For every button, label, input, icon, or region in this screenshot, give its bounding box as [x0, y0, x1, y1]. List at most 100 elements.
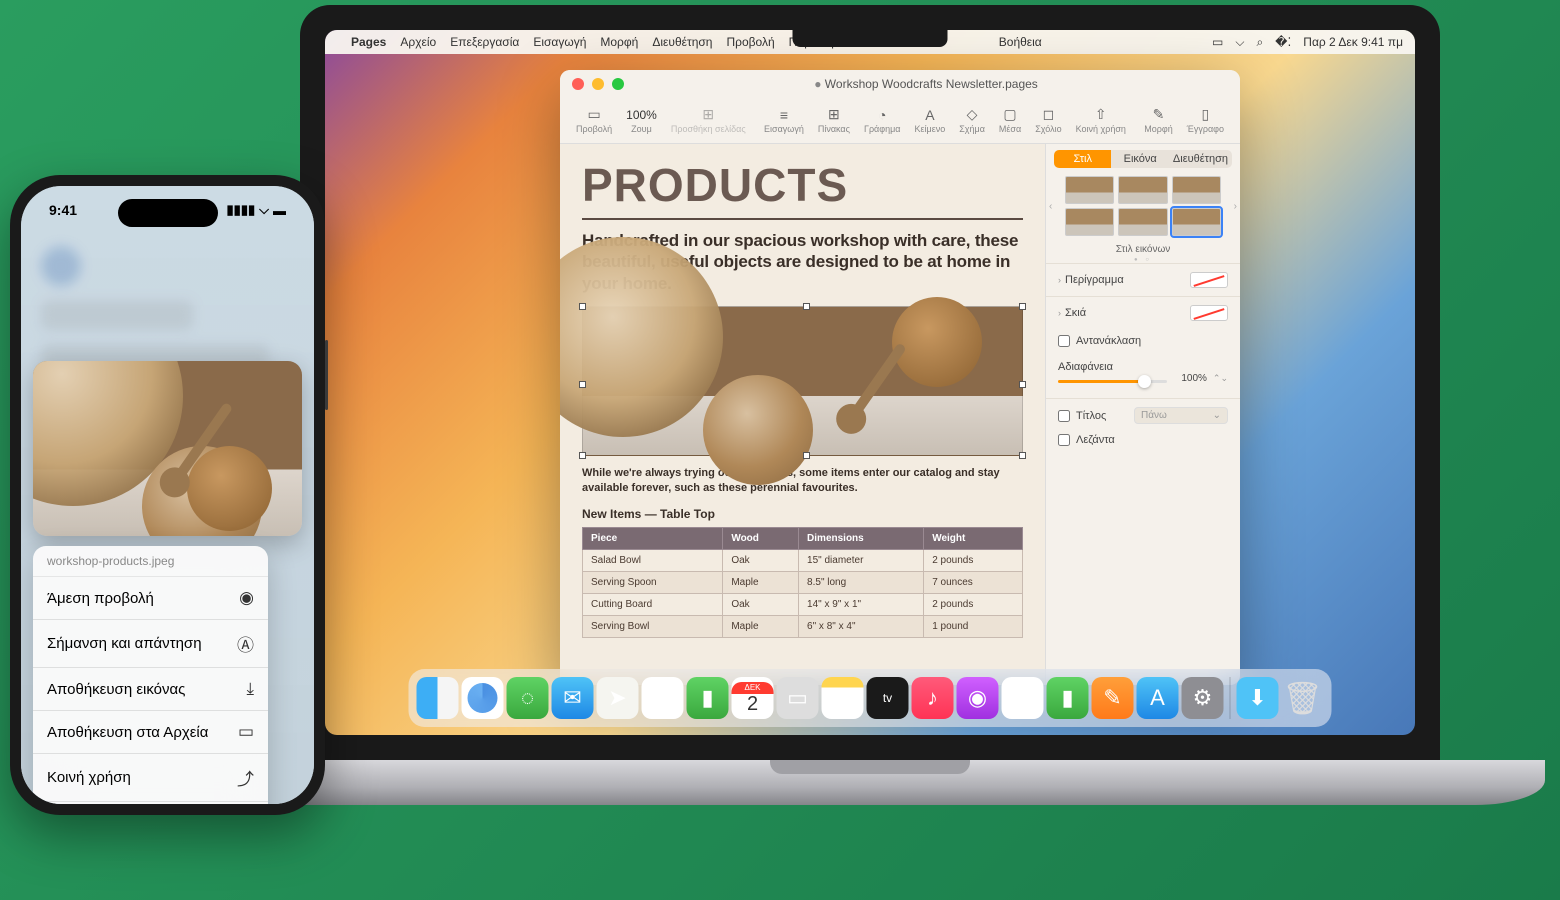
- shadow-section[interactable]: ›Σκιά: [1046, 296, 1240, 329]
- menu-file[interactable]: Αρχείο: [400, 35, 436, 49]
- doc-heading[interactable]: New Items — Table Top: [582, 507, 1023, 521]
- products-table[interactable]: Piece Wood Dimensions Weight Salad BowlO…: [582, 527, 1023, 638]
- doc-image[interactable]: [582, 306, 1023, 456]
- dock-maps-icon[interactable]: ➤: [597, 677, 639, 719]
- shadow-swatch[interactable]: [1190, 305, 1228, 321]
- tb-zoom[interactable]: 100%Ζουμ: [620, 108, 663, 134]
- dock-downloads-icon[interactable]: ⬇: [1237, 677, 1279, 719]
- col-wood[interactable]: Wood: [723, 528, 799, 550]
- col-dimensions[interactable]: Dimensions: [799, 528, 924, 550]
- tb-chart[interactable]: ◔Γράφημα: [858, 108, 907, 134]
- tb-format[interactable]: ✎Μορφή: [1138, 108, 1178, 134]
- close-button[interactable]: [572, 78, 584, 90]
- table-row[interactable]: Salad BowlOak15" diameter2 pounds: [583, 550, 1023, 572]
- image-preview[interactable]: [33, 361, 302, 536]
- border-section[interactable]: ›Περίγραμμα: [1046, 263, 1240, 296]
- doc-title[interactable]: PRODUCTS: [582, 158, 1023, 212]
- tb-document[interactable]: ▯Έγγραφο: [1181, 108, 1230, 134]
- opacity-value[interactable]: 100%: [1181, 373, 1207, 384]
- dock-photos-icon[interactable]: ✿: [642, 677, 684, 719]
- tab-image[interactable]: Εικόνα: [1111, 150, 1168, 168]
- style-option[interactable]: [1065, 208, 1114, 236]
- selection-handle[interactable]: [1019, 381, 1026, 388]
- menu-format[interactable]: Μορφή: [600, 35, 638, 49]
- caption-checkbox[interactable]: [1058, 434, 1070, 446]
- menu-save-files[interactable]: Αποθήκευση στα Αρχεία▭: [33, 711, 268, 754]
- selection-handle[interactable]: [803, 452, 810, 459]
- menu-quick-look[interactable]: Άμεση προβολή◉: [33, 577, 268, 620]
- selection-handle[interactable]: [579, 452, 586, 459]
- reflection-checkbox[interactable]: [1058, 335, 1070, 347]
- menubar-app-name[interactable]: Pages: [351, 35, 386, 49]
- dock-trash-icon[interactable]: 🗑: [1282, 677, 1324, 719]
- wifi-icon[interactable]: ⌵: [1235, 35, 1244, 50]
- chevron-left-icon[interactable]: ‹: [1046, 183, 1055, 230]
- dock-notes-icon[interactable]: [822, 677, 864, 719]
- tab-arrange[interactable]: Διευθέτηση: [1169, 150, 1232, 168]
- menu-arrange[interactable]: Διευθέτηση: [652, 35, 712, 49]
- reflection-check[interactable]: Αντανάκλαση: [1046, 329, 1240, 353]
- dock-pages-icon[interactable]: ✎: [1092, 677, 1134, 719]
- dock-finder-icon[interactable]: [417, 677, 459, 719]
- dock-mail-icon[interactable]: ✉: [552, 677, 594, 719]
- selection-handle[interactable]: [579, 303, 586, 310]
- title-checkbox[interactable]: [1058, 410, 1070, 422]
- tb-view[interactable]: ▭Προβολή: [570, 108, 618, 134]
- dock-settings-icon[interactable]: ⚙: [1182, 677, 1224, 719]
- control-center-icon[interactable]: �⁚: [1275, 35, 1291, 49]
- tb-addpage[interactable]: ⊞Προσθήκη σελίδας: [665, 108, 752, 134]
- menu-copy[interactable]: Αντιγραφή⧉: [33, 802, 268, 804]
- selection-handle[interactable]: [579, 381, 586, 388]
- dock-freeform-icon[interactable]: ✎: [1002, 677, 1044, 719]
- style-option[interactable]: [1172, 176, 1221, 204]
- opacity-slider[interactable]: [1058, 380, 1167, 383]
- tb-share[interactable]: ⇧Κοινή χρήση: [1070, 108, 1132, 134]
- table-row[interactable]: Cutting BoardOak14" x 9" x 1"2 pounds: [583, 594, 1023, 616]
- title-position-select[interactable]: Πάνω⌄: [1134, 407, 1228, 424]
- tab-style[interactable]: Στιλ: [1054, 150, 1111, 168]
- table-row[interactable]: Serving SpoonMaple8.5" long7 ounces: [583, 572, 1023, 594]
- dock-facetime-icon[interactable]: ▮: [687, 677, 729, 719]
- dock-tv-icon[interactable]: tv: [867, 677, 909, 719]
- maximize-button[interactable]: [612, 78, 624, 90]
- style-option[interactable]: [1118, 208, 1167, 236]
- dock-appstore-icon[interactable]: A: [1137, 677, 1179, 719]
- doc-body-text[interactable]: While we're always trying out new forms,…: [582, 466, 1023, 496]
- chevron-right-icon[interactable]: ›: [1231, 183, 1240, 230]
- style-option[interactable]: [1065, 176, 1114, 204]
- battery-icon[interactable]: ▭: [1212, 35, 1223, 49]
- dock-safari-icon[interactable]: [462, 677, 504, 719]
- style-option-selected[interactable]: [1172, 208, 1221, 236]
- caption-check[interactable]: Λεζάντα: [1046, 428, 1240, 452]
- tb-table[interactable]: ⊞Πίνακας: [812, 108, 856, 134]
- selection-handle[interactable]: [1019, 303, 1026, 310]
- title-check[interactable]: Τίτλος: [1058, 408, 1128, 424]
- spotlight-icon[interactable]: ⌕: [1256, 35, 1263, 50]
- table-row[interactable]: Serving BowlMaple6" x 8" x 4"1 pound: [583, 616, 1023, 638]
- slider-thumb[interactable]: [1138, 375, 1151, 388]
- dock-podcasts-icon[interactable]: ◉: [957, 677, 999, 719]
- minimize-button[interactable]: [592, 78, 604, 90]
- tb-insert[interactable]: ≡Εισαγωγή: [758, 108, 810, 134]
- dock-messages-icon[interactable]: ◌: [507, 677, 549, 719]
- col-piece[interactable]: Piece: [583, 528, 723, 550]
- tb-shape[interactable]: ◇Σχήμα: [953, 108, 991, 134]
- tb-media[interactable]: ▢Μέσα: [993, 108, 1027, 134]
- dynamic-island[interactable]: [118, 199, 218, 227]
- menubar-datetime[interactable]: Παρ 2 Δεκ 9:41 πμ: [1303, 35, 1403, 49]
- dock-music-icon[interactable]: ♪: [912, 677, 954, 719]
- menu-edit[interactable]: Επεξεργασία: [450, 35, 519, 49]
- stepper-icon[interactable]: ⌃⌄: [1213, 373, 1228, 384]
- menu-insert[interactable]: Εισαγωγή: [533, 35, 586, 49]
- menu-share[interactable]: Κοινή χρήση⤴: [33, 754, 268, 802]
- menu-markup-reply[interactable]: Σήμανση και απάντησηⒶ: [33, 620, 268, 668]
- dock-contacts-icon[interactable]: ▭: [777, 677, 819, 719]
- selection-handle[interactable]: [803, 303, 810, 310]
- selection-handle[interactable]: [1019, 452, 1026, 459]
- menu-save-image[interactable]: Αποθήκευση εικόνας⤓: [33, 668, 268, 711]
- style-option[interactable]: [1118, 176, 1167, 204]
- border-swatch[interactable]: [1190, 272, 1228, 288]
- tb-text[interactable]: AΚείμενο: [909, 108, 952, 134]
- menu-help[interactable]: Βοήθεια: [999, 35, 1042, 49]
- dock-calendar-icon[interactable]: ΔΕΚ2: [732, 677, 774, 719]
